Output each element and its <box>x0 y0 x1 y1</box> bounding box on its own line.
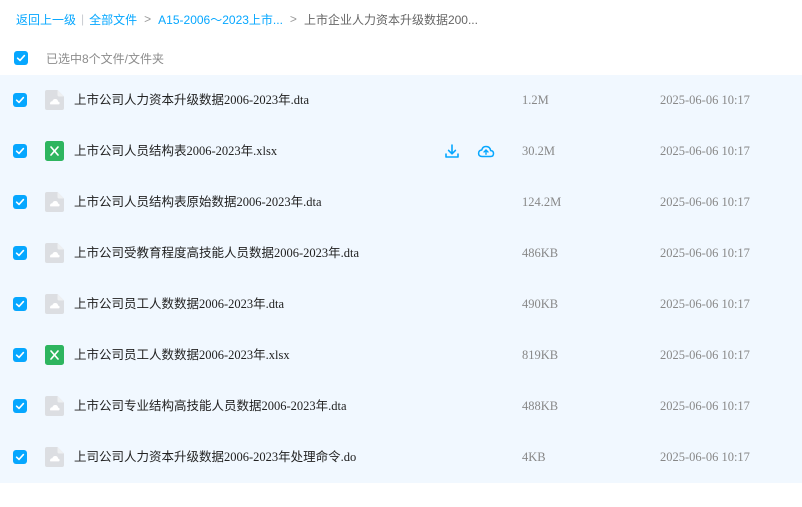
file-date: 2025-06-06 10:17 <box>660 93 750 107</box>
file-name[interactable]: 上市公司员工人数数据2006-2023年.dta <box>74 279 284 330</box>
file-row[interactable]: 上市公司人员结构表原始数据2006-2023年.dta 124.2M 2025-… <box>0 177 802 228</box>
file-checkbox[interactable] <box>13 450 27 464</box>
file-size: 1.2M <box>522 93 549 107</box>
breadcrumb-pipe: | <box>81 12 85 26</box>
file-name[interactable]: 上市公司员工人数数据2006-2023年.xlsx <box>74 330 290 381</box>
file-date: 2025-06-06 10:17 <box>660 297 750 311</box>
download-button[interactable] <box>443 142 461 160</box>
file-checkbox[interactable] <box>13 297 27 311</box>
file-row[interactable]: 上市公司专业结构高技能人员数据2006-2023年.dta 488KB 2025… <box>0 381 802 432</box>
breadcrumb-all-files-link[interactable]: 全部文件 <box>89 11 137 28</box>
file-size: 486KB <box>522 246 559 260</box>
checkmark-icon <box>15 198 25 206</box>
file-name[interactable]: 上市公司人力资本升级数据2006-2023年.dta <box>74 75 309 126</box>
breadcrumb: 返回上一级 | 全部文件 > A15-2006～2023上市... > 上市企业… <box>16 10 478 28</box>
breadcrumb-back-link[interactable]: 返回上一级 <box>16 11 76 28</box>
file-checkbox[interactable] <box>13 144 27 158</box>
file-date: 2025-06-06 10:17 <box>660 348 750 362</box>
generic-file-icon <box>45 90 64 110</box>
file-date: 2025-06-06 10:17 <box>660 246 750 260</box>
file-name[interactable]: 上市公司人员结构表2006-2023年.xlsx <box>74 126 277 177</box>
selection-count-text: 已选中8个文件/文件夹 <box>46 51 165 66</box>
file-checkbox[interactable] <box>13 195 27 209</box>
file-date: 2025-06-06 10:17 <box>660 450 750 464</box>
selection-bar: 已选中8个文件/文件夹 <box>14 48 164 68</box>
checkmark-icon <box>16 54 26 62</box>
file-size: 4KB <box>522 450 546 464</box>
file-size: 30.2M <box>522 144 555 158</box>
excel-file-icon <box>45 141 64 161</box>
breadcrumb-separator: > <box>144 12 152 26</box>
file-row[interactable]: 上市公司受教育程度高技能人员数据2006-2023年.dta 486KB 202… <box>0 228 802 279</box>
save-to-cloud-button[interactable] <box>477 142 495 160</box>
generic-file-icon <box>45 396 64 416</box>
checkmark-icon <box>15 249 25 257</box>
file-checkbox[interactable] <box>13 348 27 362</box>
download-icon <box>445 144 459 158</box>
generic-file-icon <box>45 192 64 212</box>
excel-file-icon <box>45 345 64 365</box>
row-actions <box>443 142 495 160</box>
cloud-save-icon <box>477 145 495 158</box>
select-all-checkbox[interactable] <box>14 51 28 65</box>
file-size: 490KB <box>522 297 559 311</box>
file-size: 124.2M <box>522 195 562 209</box>
file-row[interactable]: 上市公司员工人数数据2006-2023年.dta 490KB 2025-06-0… <box>0 279 802 330</box>
file-list: 上市公司人力资本升级数据2006-2023年.dta 1.2M 2025-06-… <box>0 75 802 483</box>
checkmark-icon <box>15 147 25 155</box>
file-name[interactable]: 上市公司专业结构高技能人员数据2006-2023年.dta <box>74 381 347 432</box>
checkmark-icon <box>15 402 25 410</box>
generic-file-icon <box>45 294 64 314</box>
checkmark-icon <box>15 453 25 461</box>
breadcrumb-folder-link[interactable]: A15-2006～2023上市... <box>158 11 283 28</box>
file-checkbox[interactable] <box>13 399 27 413</box>
file-row[interactable]: 上市公司人员结构表2006-2023年.xlsx 30.2M 2025-06-0… <box>0 126 802 177</box>
file-name[interactable]: 上市公司受教育程度高技能人员数据2006-2023年.dta <box>74 228 359 279</box>
file-size: 488KB <box>522 399 559 413</box>
checkmark-icon <box>15 300 25 308</box>
file-row[interactable]: 上市公司员工人数数据2006-2023年.xlsx 819KB 2025-06-… <box>0 330 802 381</box>
file-date: 2025-06-06 10:17 <box>660 195 750 209</box>
checkmark-icon <box>15 96 25 104</box>
file-date: 2025-06-06 10:17 <box>660 144 750 158</box>
file-date: 2025-06-06 10:17 <box>660 399 750 413</box>
generic-file-icon <box>45 447 64 467</box>
file-size: 819KB <box>522 348 559 362</box>
file-checkbox[interactable] <box>13 93 27 107</box>
checkmark-icon <box>15 351 25 359</box>
generic-file-icon <box>45 243 64 263</box>
file-checkbox[interactable] <box>13 246 27 260</box>
file-row[interactable]: 上司公司人力资本升级数据2006-2023年处理命令.do 4KB 2025-0… <box>0 432 802 483</box>
file-name[interactable]: 上市公司人员结构表原始数据2006-2023年.dta <box>74 177 322 228</box>
breadcrumb-separator: > <box>289 12 297 26</box>
file-name[interactable]: 上司公司人力资本升级数据2006-2023年处理命令.do <box>74 432 356 483</box>
breadcrumb-current-folder: 上市企业人力资本升级数据200... <box>303 12 478 27</box>
file-row[interactable]: 上市公司人力资本升级数据2006-2023年.dta 1.2M 2025-06-… <box>0 75 802 126</box>
